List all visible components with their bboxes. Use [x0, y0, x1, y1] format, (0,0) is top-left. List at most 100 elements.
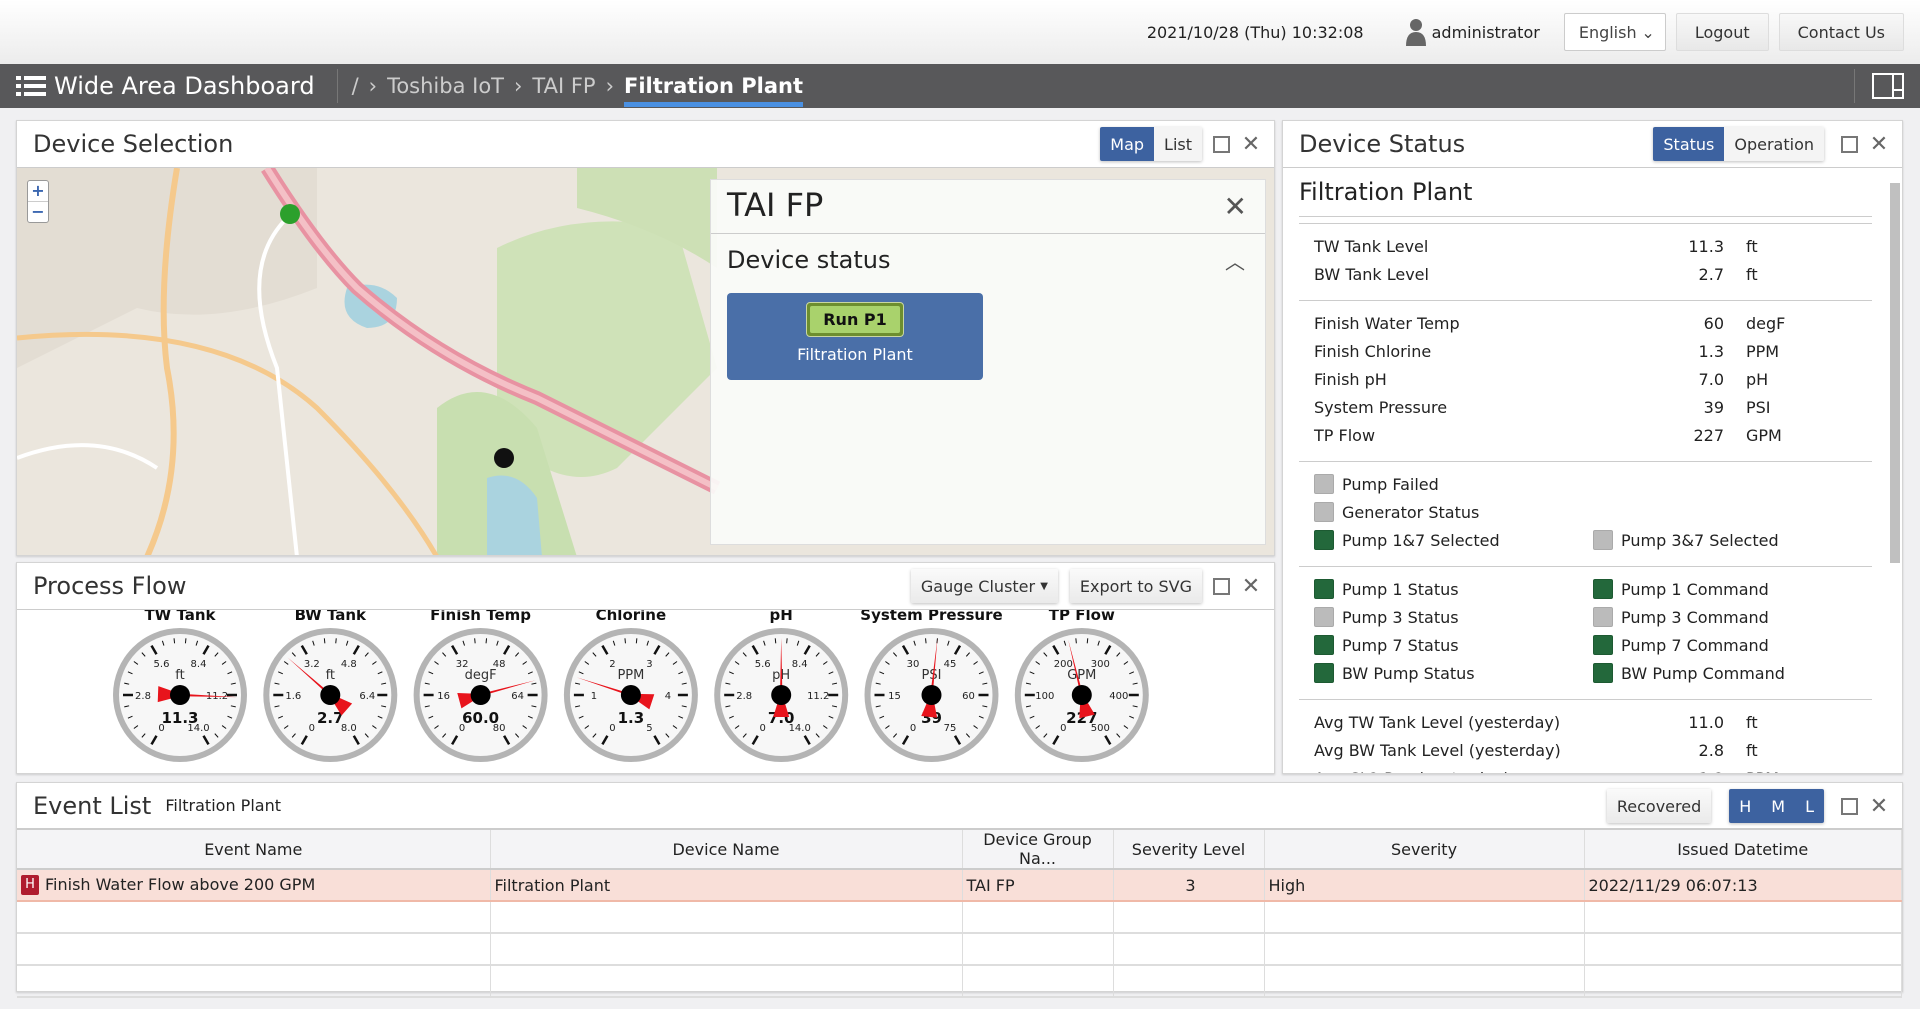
minor-tick: [1086, 638, 1089, 644]
device-tile[interactable]: Run P1 Filtration Plant: [727, 293, 983, 380]
export-svg-button[interactable]: Export to SVG: [1069, 569, 1202, 603]
minor-tick: [786, 638, 788, 644]
status-unit: PPM: [1746, 341, 1780, 361]
tick-label: 1: [591, 691, 597, 702]
tick-label: 5.6: [755, 659, 771, 670]
breadcrumb-current[interactable]: Filtration Plant: [624, 74, 803, 107]
severity-cell: High: [1264, 869, 1585, 902]
breadcrumb-tai-fp[interactable]: TAI FP: [532, 74, 595, 98]
minor-tick: [335, 638, 337, 644]
indicator-row: Generator Status: [1314, 498, 1872, 526]
pumps-group: Pump 1 Status Pump 1 Command Pump 3 Status…: [1299, 566, 1872, 695]
contact-us-button[interactable]: Contact Us: [1778, 13, 1904, 51]
column-header-severity[interactable]: Severity: [1264, 830, 1585, 870]
severity-level-cell: 3: [1113, 869, 1265, 902]
breadcrumb-root[interactable]: /: [352, 74, 359, 98]
column-header-event-name[interactable]: Event Name: [17, 830, 491, 870]
view-select-dropdown[interactable]: Gauge Cluster ▼: [910, 569, 1058, 603]
indicator-off-icon: [1314, 502, 1334, 522]
minor-tick: [1075, 638, 1077, 644]
tick-label: 3.2: [304, 659, 320, 670]
indicator-off-icon: [1314, 607, 1334, 627]
device-status-body: Filtration Plant TW Tank Level 11.3 ft BW T…: [1283, 168, 1902, 773]
scrollbar[interactable]: [1890, 173, 1900, 723]
status-tab[interactable]: Status: [1653, 127, 1725, 161]
zoom-out-button[interactable]: −: [28, 201, 48, 222]
map-view-button[interactable]: Map: [1100, 127, 1155, 161]
status-label: TW Tank Level: [1314, 236, 1429, 256]
top-bar: 2021/10/28 (Thu) 10:32:08 administrator …: [0, 0, 1920, 64]
status-indicator: Pump 3 Command: [1593, 607, 1872, 627]
close-icon[interactable]: ✕: [1868, 132, 1890, 157]
scrollbar-thumb[interactable]: [1890, 183, 1900, 563]
column-header-device-group[interactable]: Device Group Na...: [962, 830, 1114, 870]
close-icon[interactable]: ✕: [1240, 132, 1262, 157]
user-info[interactable]: administrator: [1404, 18, 1540, 46]
status-indicator: Generator Status: [1314, 502, 1599, 522]
column-header-device-name[interactable]: Device Name: [490, 830, 963, 870]
gauge-title: TP Flow: [1049, 610, 1115, 624]
chevron-up-icon[interactable]: ︿: [1225, 246, 1245, 275]
column-header-issued-datetime[interactable]: Issued Datetime: [1584, 830, 1902, 870]
indicator-label: Pump 3 Status: [1342, 607, 1459, 627]
status-unit: pH: [1746, 369, 1769, 389]
device-name: Filtration Plant: [1299, 174, 1872, 217]
device-marker-green[interactable]: [280, 204, 300, 224]
maximize-icon[interactable]: [1210, 133, 1232, 155]
gauge-value: 11.3: [161, 709, 198, 727]
status-indicator: Pump Failed: [1314, 474, 1599, 494]
list-view-button[interactable]: List: [1154, 127, 1202, 161]
layout-toggle-button[interactable]: [1854, 69, 1904, 103]
maximize-icon[interactable]: [1838, 795, 1860, 817]
gauge-value: 60.0: [462, 709, 499, 727]
gauge-finish-temp: Finish Temp01632 486480degF60.0: [413, 610, 548, 762]
tick-label: 2: [609, 659, 615, 670]
breadcrumb-toshiba-iot[interactable]: Toshiba IoT: [387, 74, 504, 98]
status-view-toggle: Status Operation: [1653, 127, 1824, 161]
logout-button[interactable]: Logout: [1675, 13, 1769, 51]
gauge-bw-tank: BW Tank01.63.2 4.86.48.0ft2.7: [263, 610, 398, 762]
column-header-severity-level[interactable]: Severity Level: [1113, 830, 1265, 870]
status-label: BW Tank Level: [1314, 264, 1429, 284]
close-icon[interactable]: ✕: [1868, 794, 1890, 819]
status-label: Finish Water Temp: [1314, 313, 1460, 333]
status-indicator: Pump 7 Command: [1593, 635, 1872, 655]
severity-low-toggle[interactable]: L: [1795, 789, 1824, 823]
indicator-label: Pump 1 Status: [1342, 579, 1459, 599]
map[interactable]: + − TAI FP ✕ Device status ︿ Run P1 Filt…: [17, 168, 1274, 555]
table-row[interactable]: H Finish Water Flow above 200 GPM Filtrat…: [17, 869, 1902, 902]
severity-medium-toggle[interactable]: M: [1761, 789, 1796, 823]
tick-label: 8.4: [191, 659, 207, 670]
maximize-icon[interactable]: [1210, 575, 1232, 597]
device-selection-panel: Device Selection Map List ✕ + − TAI FP ✕…: [16, 120, 1275, 556]
tick-label: 60: [962, 691, 975, 702]
popup-close-icon[interactable]: ✕: [1224, 190, 1247, 223]
event-filter-label: Filtration Plant: [165, 796, 281, 815]
app-menu[interactable]: Wide Area Dashboard: [16, 69, 338, 103]
indicator-label: Pump 7 Command: [1621, 635, 1769, 655]
current-datetime: 2021/10/28 (Thu) 10:32:08: [1146, 22, 1364, 42]
process-flow-panel: Process Flow Gauge Cluster ▼ Export to S…: [16, 562, 1275, 774]
zoom-in-button[interactable]: +: [28, 181, 48, 201]
language-select[interactable]: English ⌄: [1563, 13, 1666, 51]
status-value: 60: [1703, 313, 1724, 333]
device-marker-filtration-plant[interactable]: [494, 448, 514, 468]
device-popup: TAI FP ✕ Device status ︿ Run P1 Filtrati…: [710, 179, 1266, 545]
severity-high-toggle[interactable]: H: [1729, 789, 1762, 823]
indicator-on-icon: [1314, 663, 1334, 683]
status-unit: ft: [1746, 264, 1758, 284]
status-row: Finish Water Temp 60 degF: [1314, 309, 1872, 337]
operation-tab[interactable]: Operation: [1724, 127, 1824, 161]
username: administrator: [1431, 22, 1540, 42]
minor-tick: [173, 638, 176, 644]
device-name-cell: Filtration Plant: [490, 869, 963, 902]
panel-title: Process Flow: [33, 572, 187, 600]
app-title: Wide Area Dashboard: [54, 72, 315, 100]
gauge-system-pressure: System Pressure01530 456075PSI39: [860, 610, 1003, 762]
hamburger-menu-icon: [16, 76, 46, 96]
maximize-icon[interactable]: [1838, 133, 1860, 155]
tick-label: 11.2: [807, 691, 829, 702]
recovered-button[interactable]: Recovered: [1606, 789, 1712, 823]
status-unit: degF: [1746, 313, 1786, 333]
close-icon[interactable]: ✕: [1240, 574, 1262, 599]
